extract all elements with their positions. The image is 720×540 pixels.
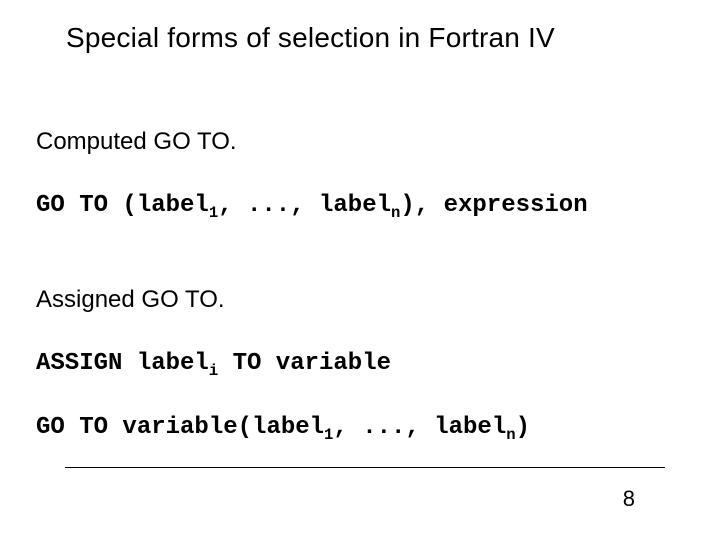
code-text: ASSIGN label — [36, 350, 209, 377]
slide: Special forms of selection in Fortran IV… — [0, 0, 720, 540]
section-heading-assigned: Assigned GO TO. — [36, 286, 225, 314]
horizontal-rule — [65, 467, 665, 468]
code-text: , ..., label — [333, 414, 506, 441]
code-text: ), expression — [400, 192, 587, 219]
code-assigned-goto: GO TO variable(label1, ..., labeln) — [36, 414, 530, 441]
slide-title: Special forms of selection in Fortran IV — [66, 22, 555, 54]
subscript-n: n — [391, 204, 400, 222]
subscript-i: i — [209, 362, 218, 380]
section-heading-computed: Computed GO TO. — [36, 128, 237, 156]
code-text: ) — [516, 414, 530, 441]
subscript-n: n — [506, 426, 515, 444]
subscript-1: 1 — [209, 204, 218, 222]
code-text: GO TO variable(label — [36, 414, 324, 441]
subscript-1: 1 — [324, 426, 333, 444]
page-number: 8 — [623, 486, 635, 512]
code-computed-goto: GO TO (label1, ..., labeln), expression — [36, 192, 588, 219]
code-assign: ASSIGN labeli TO variable — [36, 350, 391, 377]
code-text: TO variable — [218, 350, 391, 377]
code-text: GO TO (label — [36, 192, 209, 219]
code-text: , ..., label — [218, 192, 391, 219]
